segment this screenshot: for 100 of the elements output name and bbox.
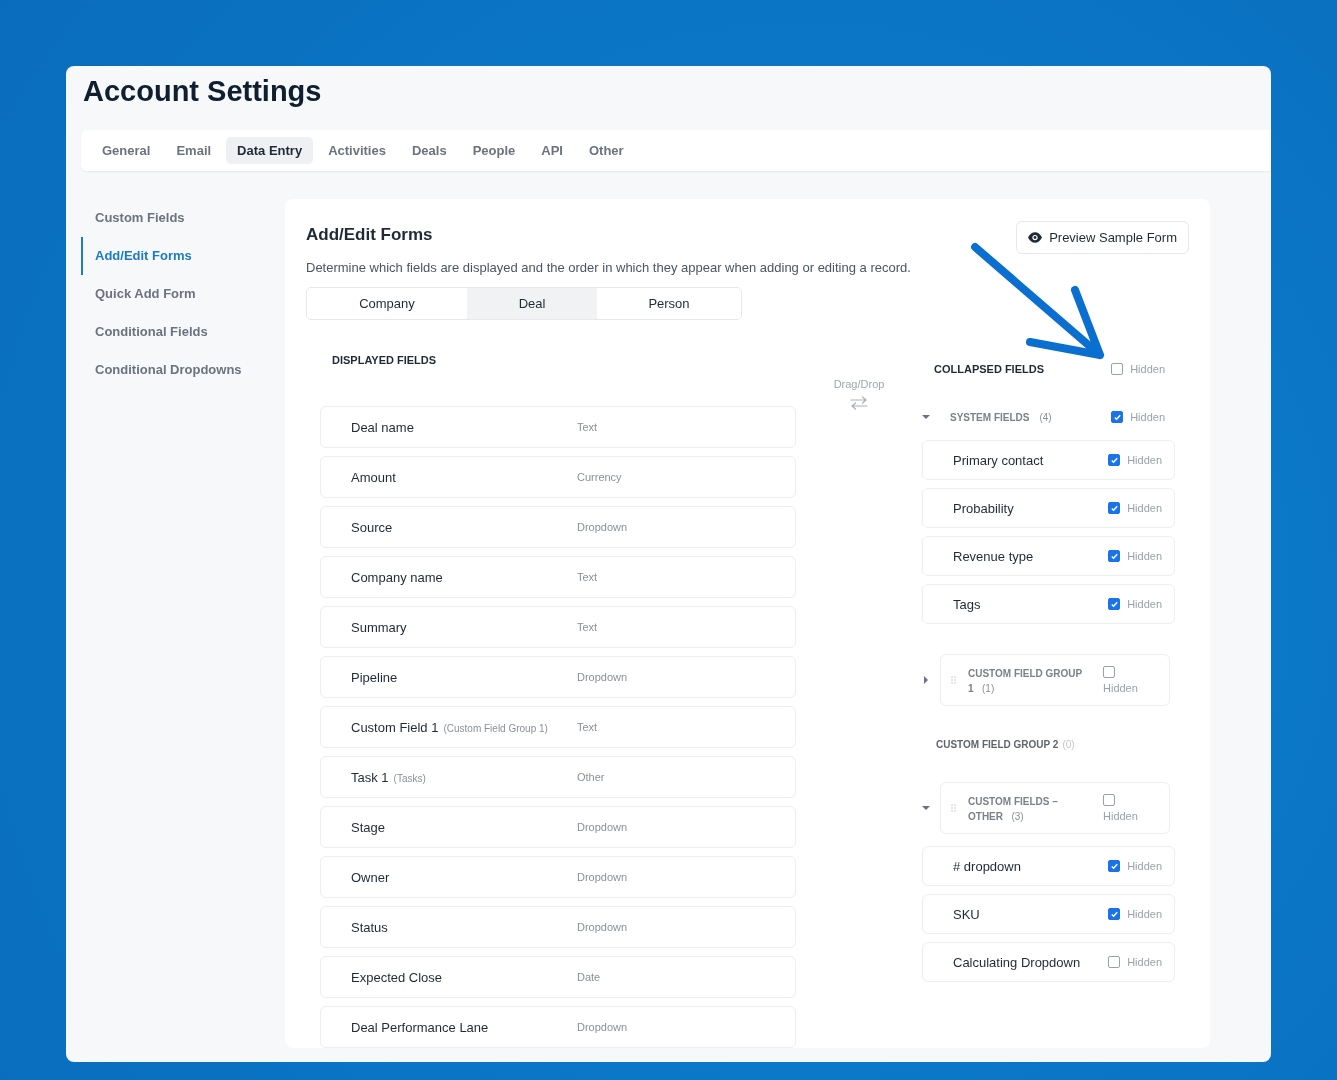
hidden-checkbox[interactable] — [1108, 598, 1121, 610]
field-row[interactable]: Company name Text — [320, 556, 796, 598]
field-row[interactable]: Deal name Text — [320, 406, 796, 448]
field-name: Primary contact — [953, 452, 1044, 468]
sidebar-item[interactable]: Conditional Dropdowns — [81, 351, 285, 389]
field-name: Summary — [351, 619, 407, 635]
field-row[interactable]: Calculating Dropdown Hidden — [922, 942, 1175, 982]
settings-tab[interactable]: Activities — [317, 137, 397, 164]
hidden-label: Hidden — [1130, 411, 1165, 423]
hidden-label: Hidden — [1127, 502, 1162, 514]
field-name: Stage — [351, 819, 385, 835]
hidden-checkbox[interactable] — [1108, 550, 1121, 562]
hidden-checkbox[interactable] — [1108, 454, 1121, 466]
field-row[interactable]: Source Dropdown — [320, 506, 796, 548]
sidebar-item[interactable]: Quick Add Form — [81, 275, 285, 313]
drag-handle-icon[interactable] — [951, 804, 956, 812]
group-count: (0) — [1062, 738, 1075, 750]
field-type: Dropdown — [577, 671, 628, 683]
sidebar-item[interactable]: Conditional Fields — [81, 313, 285, 351]
drag-handle-icon[interactable] — [951, 676, 956, 684]
field-row[interactable]: Summary Text — [320, 606, 796, 648]
column-heading: DISPLAYED FIELDS — [331, 353, 438, 368]
field-row[interactable]: SKU Hidden — [922, 894, 1175, 934]
record-type-segment[interactable]: Deal — [467, 288, 597, 319]
hidden-checkbox[interactable] — [1103, 666, 1115, 678]
field-row[interactable]: Stage Dropdown — [320, 806, 796, 848]
field-group-card[interactable]: CUSTOM FIELD GROUP 1 (1) Hidden — [940, 654, 1170, 706]
field-row[interactable]: Owner Dropdown — [320, 856, 796, 898]
field-type: Dropdown — [577, 921, 628, 933]
hidden-checkbox[interactable] — [1108, 502, 1121, 514]
field-name: Amount — [351, 469, 396, 485]
hidden-checkbox[interactable] — [1108, 956, 1121, 968]
field-type: Text — [577, 621, 598, 633]
field-name: Status — [351, 919, 388, 935]
field-name: Calculating Dropdown — [953, 954, 1081, 970]
field-row[interactable]: Deal Performance Lane Dropdown — [320, 1006, 796, 1048]
settings-tab[interactable]: API — [530, 137, 574, 164]
hidden-label: Hidden — [1127, 454, 1162, 466]
field-row[interactable]: Status Dropdown — [320, 906, 796, 948]
field-row[interactable]: Revenue type Hidden — [922, 536, 1175, 576]
field-type: Text — [577, 421, 598, 433]
panel-description: Determine which fields are displayed and the order in which they appear when adding or editing a record. — [306, 260, 912, 275]
field-row[interactable]: # dropdown Hidden — [922, 846, 1175, 886]
field-group-note: (Tasks) — [393, 772, 426, 784]
field-row[interactable]: Pipeline Dropdown — [320, 656, 796, 698]
hidden-label: Hidden — [1103, 682, 1138, 694]
group-title: CUSTOM FIELD GROUP 1 (1) — [968, 667, 1084, 695]
settings-tab[interactable]: Other — [577, 137, 635, 164]
field-type: Other — [577, 771, 605, 783]
panel-title: Add/Edit Forms — [306, 225, 433, 245]
field-row[interactable]: Probability Hidden — [922, 488, 1175, 528]
field-row[interactable]: Task 1 (Tasks) Other — [320, 756, 796, 798]
settings-tab[interactable]: Email — [165, 137, 223, 164]
field-name: Pipeline — [351, 669, 398, 685]
field-name: Expected Close — [351, 969, 443, 985]
field-row[interactable]: Amount Currency — [320, 456, 796, 498]
field-name: Revenue type — [953, 548, 1034, 564]
hidden-checkbox[interactable] — [1111, 411, 1124, 423]
field-type: Dropdown — [577, 871, 628, 883]
hidden-checkbox[interactable] — [1108, 908, 1121, 920]
field-name: # dropdown — [953, 858, 1021, 874]
settings-tab[interactable]: Data Entry — [226, 137, 314, 164]
group-count: (4) — [1039, 411, 1052, 423]
group-title: CUSTOM FIELDS – OTHER (3) — [968, 795, 1059, 823]
hidden-label: Hidden — [1127, 598, 1162, 610]
field-type: Text — [577, 571, 598, 583]
field-name: Probability — [953, 500, 1014, 516]
settings-tab[interactable]: Deals — [400, 137, 458, 164]
field-group-card[interactable]: CUSTOM FIELDS – OTHER (3) Hidden — [940, 782, 1170, 834]
hidden-label: Hidden — [1127, 860, 1162, 872]
column-heading: COLLAPSED FIELDS — [934, 363, 1044, 375]
sidebar-item[interactable]: Custom Fields — [81, 199, 285, 237]
eye-icon — [1028, 232, 1043, 243]
field-row[interactable]: Primary contact Hidden — [922, 440, 1175, 480]
preview-button[interactable]: Preview Sample Form — [1016, 221, 1189, 254]
settings-tab[interactable]: General — [91, 137, 162, 164]
caret-right-icon[interactable] — [922, 676, 930, 684]
field-type: Dropdown — [577, 1021, 628, 1033]
field-row[interactable]: Expected Close Date — [320, 956, 796, 998]
field-name: Tags — [953, 596, 981, 612]
field-type: Currency — [577, 471, 622, 483]
hidden-label: Hidden — [1103, 810, 1138, 822]
field-row[interactable]: Tags Hidden — [922, 584, 1175, 624]
field-name: Owner — [351, 869, 390, 885]
caret-down-icon[interactable] — [922, 804, 930, 812]
page-title: Account Settings — [83, 74, 323, 108]
drag-drop-label: Drag/Drop — [833, 378, 885, 390]
settings-tab[interactable]: People — [461, 137, 527, 164]
field-type: Date — [577, 971, 601, 983]
field-name: Deal name — [351, 419, 414, 435]
caret-down-icon[interactable] — [922, 413, 930, 421]
hidden-label: Hidden — [1127, 956, 1162, 968]
hidden-label: Hidden — [1127, 908, 1162, 920]
field-name: Company name — [351, 569, 443, 585]
field-type: Dropdown — [577, 821, 628, 833]
hidden-checkbox[interactable] — [1103, 794, 1115, 806]
hidden-checkbox[interactable] — [1108, 860, 1121, 872]
hidden-checkbox[interactable] — [1111, 363, 1124, 375]
field-row[interactable]: Custom Field 1 (Custom Field Group 1) Text — [320, 706, 796, 748]
hidden-label: Hidden — [1130, 363, 1165, 375]
